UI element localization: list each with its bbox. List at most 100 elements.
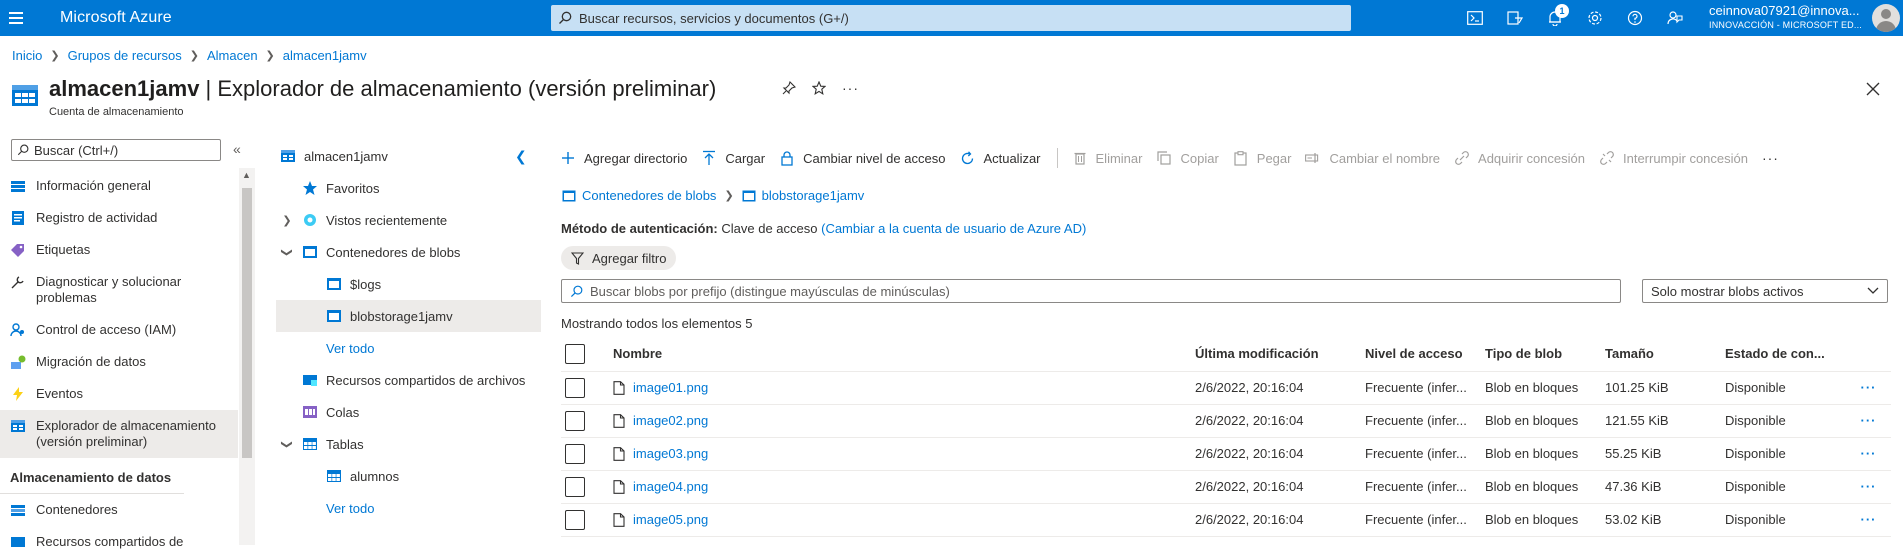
see-all-link[interactable]: Ver todo <box>326 341 374 356</box>
directory-filter-icon[interactable] <box>1495 0 1535 36</box>
breadcrumb-home[interactable]: Inicio <box>12 48 42 63</box>
breadcrumb-resource-group[interactable]: Almacen <box>207 48 258 63</box>
column-header-lease-state[interactable]: Estado de con... <box>1721 337 1846 372</box>
more-commands-button[interactable]: ··· <box>1762 150 1779 166</box>
menu-item-file-shares[interactable]: Recursos compartidos de <box>0 526 238 558</box>
row-more-actions-icon[interactable]: ··· <box>1846 371 1891 405</box>
change-access-level-button[interactable]: Cambiar nivel de acceso <box>779 150 945 166</box>
row-checkbox[interactable] <box>565 377 585 398</box>
storage-account-icon <box>12 85 38 106</box>
tree-root-label: almacen1jamv <box>304 148 388 164</box>
scrollbar-thumb[interactable] <box>242 188 252 458</box>
chevron-right-icon[interactable]: ❯ <box>280 214 294 227</box>
break-lease-button[interactable]: Interrumpir concesión <box>1599 150 1748 166</box>
account-menu[interactable]: ceinnova07921@innova... INNOVACCIÓN - MI… <box>1709 4 1873 32</box>
column-header-tier[interactable]: Nivel de acceso <box>1361 337 1481 372</box>
menu-item-diagnose[interactable]: Diagnosticar y solucionar problemas <box>0 266 238 314</box>
menu-item-overview[interactable]: Información general <box>0 170 238 202</box>
rename-button[interactable]: Cambiar el nombre <box>1305 150 1440 166</box>
collapse-tree-icon[interactable]: ❮ <box>515 148 527 165</box>
menu-item-storage-explorer[interactable]: Explorador de almacenamiento (versión pr… <box>0 410 238 458</box>
menu-item-iam[interactable]: Control de acceso (IAM) <box>0 314 238 346</box>
pin-icon[interactable] <box>782 81 796 95</box>
blob-name-link[interactable]: image04.png <box>633 479 708 494</box>
close-icon[interactable] <box>1864 80 1882 98</box>
table-row[interactable]: image02.png 2/6/2022, 20:16:04 Frecuente… <box>561 404 1891 438</box>
tree-see-all-tables[interactable]: Ver todo <box>326 492 374 524</box>
tree-file-shares[interactable]: Recursos compartidos de archivos <box>302 364 525 396</box>
blob-prefix-search-input[interactable]: Buscar blobs por prefijo (distingue mayú… <box>561 279 1621 303</box>
menu-item-tags[interactable]: Etiquetas <box>0 234 238 266</box>
chevron-down-icon[interactable]: ❯ <box>281 245 294 259</box>
delete-button[interactable]: Eliminar <box>1072 150 1142 166</box>
tree-root[interactable]: almacen1jamv <box>280 140 542 172</box>
copy-button[interactable]: Copiar <box>1156 150 1219 166</box>
feedback-icon[interactable] <box>1655 0 1695 36</box>
upload-button[interactable]: Cargar <box>701 150 765 166</box>
favorite-star-icon[interactable] <box>812 81 826 95</box>
menu-scrollbar[interactable]: ▲ <box>239 168 255 545</box>
table-row[interactable]: image03.png 2/6/2022, 20:16:04 Frecuente… <box>561 437 1891 471</box>
paste-button[interactable]: Pegar <box>1233 150 1291 166</box>
row-checkbox[interactable] <box>565 443 585 464</box>
table-row[interactable]: image01.png 2/6/2022, 20:16:04 Frecuente… <box>561 371 1891 405</box>
row-more-actions-icon[interactable]: ··· <box>1846 503 1891 537</box>
scroll-up-arrow-icon[interactable]: ▲ <box>242 170 251 180</box>
brand-title[interactable]: Microsoft Azure <box>60 9 172 27</box>
column-header-size[interactable]: Tamaño <box>1601 337 1721 372</box>
more-actions-icon[interactable]: ··· <box>842 80 859 96</box>
blob-name-link[interactable]: image05.png <box>633 512 708 527</box>
blob-name-link[interactable]: image02.png <box>633 413 708 428</box>
add-filter-button[interactable]: Agregar filtro <box>561 246 677 270</box>
tree-recent[interactable]: ❯ Vistos recientemente <box>280 204 447 236</box>
select-all-checkbox[interactable] <box>565 343 585 364</box>
notifications-bell-icon[interactable]: 1 <box>1535 0 1575 36</box>
breadcrumb-resource-groups[interactable]: Grupos de recursos <box>68 48 182 63</box>
refresh-button[interactable]: Actualizar <box>959 150 1041 166</box>
row-checkbox[interactable] <box>565 476 585 497</box>
tree-container-logs[interactable]: $logs <box>326 268 381 300</box>
switch-to-azure-ad-link[interactable]: (Cambiar a la cuenta de usuario de Azure… <box>821 221 1086 236</box>
menu-item-containers[interactable]: Contenedores <box>0 494 238 526</box>
resource-menu-search-input[interactable]: Buscar (Ctrl+/) <box>11 139 221 161</box>
column-header-modified[interactable]: Última modificación <box>1191 337 1361 372</box>
row-checkbox[interactable] <box>565 509 585 530</box>
global-search-input[interactable]: Buscar recursos, servicios y documentos … <box>551 5 1351 31</box>
tree-table-alumnos[interactable]: alumnos <box>326 460 399 492</box>
tree-container-blobstorage[interactable]: blobstorage1jamv <box>276 300 541 332</box>
tree-blob-containers[interactable]: ❯ Contenedores de blobs <box>280 236 461 268</box>
menu-item-data-migration[interactable]: Migración de datos <box>0 346 238 378</box>
acquire-lease-button[interactable]: Adquirir concesión <box>1454 150 1585 166</box>
blob-name-link[interactable]: image03.png <box>633 446 708 461</box>
path-blob-containers-link[interactable]: Contenedores de blobs <box>582 188 716 203</box>
blob-type-cell: Blob en bloques <box>1481 437 1601 471</box>
table-row[interactable]: image04.png 2/6/2022, 20:16:04 Frecuente… <box>561 470 1891 504</box>
tree-see-all-containers[interactable]: Ver todo <box>326 332 374 364</box>
tree-tables[interactable]: ❯ Tablas <box>280 428 364 460</box>
column-header-blob-type[interactable]: Tipo de blob <box>1481 337 1601 372</box>
tree-favorites[interactable]: Favoritos <box>302 172 379 204</box>
chevron-down-icon[interactable]: ❯ <box>281 437 294 451</box>
hamburger-menu-icon[interactable] <box>2 0 30 36</box>
help-icon[interactable] <box>1615 0 1655 36</box>
tree-queues[interactable]: Colas <box>302 396 359 428</box>
search-icon <box>562 285 590 298</box>
row-more-actions-icon[interactable]: ··· <box>1846 404 1891 438</box>
row-checkbox[interactable] <box>565 410 585 431</box>
column-header-name[interactable]: Nombre <box>609 337 1191 372</box>
menu-item-events[interactable]: Eventos <box>0 378 238 410</box>
row-more-actions-icon[interactable]: ··· <box>1846 470 1891 504</box>
path-container-link[interactable]: blobstorage1jamv <box>762 188 865 203</box>
settings-gear-icon[interactable] <box>1575 0 1615 36</box>
active-blobs-dropdown[interactable]: Solo mostrar blobs activos <box>1642 279 1888 303</box>
see-all-link[interactable]: Ver todo <box>326 501 374 516</box>
avatar[interactable] <box>1872 4 1900 32</box>
breadcrumb-storage-account[interactable]: almacen1jamv <box>283 48 367 63</box>
blob-name-link[interactable]: image01.png <box>633 380 708 395</box>
cloud-shell-icon[interactable] <box>1455 0 1495 36</box>
collapse-menu-icon[interactable]: « <box>233 141 241 157</box>
table-row[interactable]: image05.png 2/6/2022, 20:16:04 Frecuente… <box>561 503 1891 537</box>
menu-item-activity-log[interactable]: Registro de actividad <box>0 202 238 234</box>
add-directory-button[interactable]: Agregar directorio <box>560 150 687 166</box>
row-more-actions-icon[interactable]: ··· <box>1846 437 1891 471</box>
